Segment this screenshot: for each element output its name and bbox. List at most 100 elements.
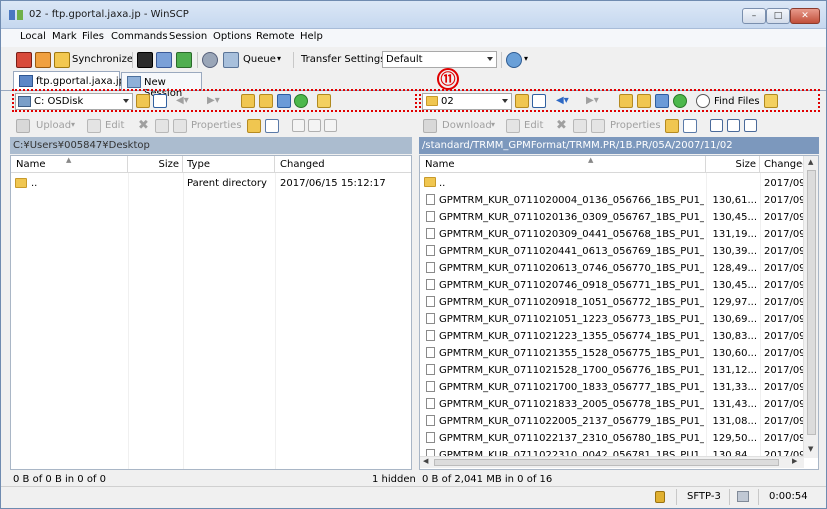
- remote-directory-select[interactable]: 02: [422, 93, 512, 110]
- root-directory-icon[interactable]: [259, 94, 273, 108]
- remote-file-panel[interactable]: Name Size Changed ▲ .. 2017/09/GPMTRM_KUR…: [419, 155, 819, 470]
- upload-icon[interactable]: [16, 119, 30, 133]
- home-icon[interactable]: [277, 94, 291, 108]
- download-button[interactable]: Download: [442, 120, 492, 131]
- properties-button[interactable]: Properties: [191, 120, 242, 131]
- refresh-icon[interactable]: [673, 94, 687, 108]
- scroll-down-icon[interactable]: ▼: [808, 445, 813, 453]
- menu-local[interactable]: Local: [20, 31, 46, 42]
- search-icon[interactable]: [696, 94, 710, 108]
- rename-icon[interactable]: [155, 119, 169, 133]
- putty-icon[interactable]: [156, 52, 172, 68]
- file-icon: [426, 194, 435, 205]
- edit-icon[interactable]: [506, 119, 520, 133]
- edit-icon[interactable]: [87, 119, 101, 133]
- queue-button[interactable]: Queue: [243, 54, 276, 65]
- find-icon[interactable]: [176, 52, 192, 68]
- console-icon[interactable]: [137, 52, 153, 68]
- remote-path-bar[interactable]: /standard/TRMM_GPMFormat/TRMM.PR/1B.PR/0…: [419, 137, 819, 154]
- synchronize-button[interactable]: Synchronize: [72, 54, 133, 65]
- transfer-settings-select[interactable]: Default: [382, 51, 497, 68]
- find-files-button[interactable]: Find Files: [714, 96, 760, 107]
- filter-icon[interactable]: [153, 94, 167, 108]
- minimize-button[interactable]: –: [742, 8, 766, 24]
- column-header-name[interactable]: Name: [420, 156, 706, 173]
- new-file-icon[interactable]: [265, 119, 279, 133]
- properties-icon[interactable]: [173, 119, 187, 133]
- filter-select-icon[interactable]: [744, 119, 757, 132]
- rename-icon[interactable]: [573, 119, 587, 133]
- maximize-button[interactable]: □: [766, 8, 790, 24]
- globe-dropdown-arrow[interactable]: ▾: [524, 54, 528, 63]
- parent-directory-icon[interactable]: [241, 94, 255, 108]
- scroll-right-icon[interactable]: ▶: [792, 457, 797, 465]
- scrollbar-thumb[interactable]: [434, 459, 779, 466]
- menu-options[interactable]: Options: [213, 31, 252, 42]
- new-file-icon[interactable]: [683, 119, 697, 133]
- tree-icon[interactable]: [317, 94, 331, 108]
- local-path-bar[interactable]: C:¥Users¥005847¥Desktop: [10, 137, 412, 154]
- select-all-icon[interactable]: [292, 119, 305, 132]
- menu-remote[interactable]: Remote: [256, 31, 295, 42]
- scroll-left-icon[interactable]: ◀: [423, 457, 428, 465]
- column-header-size[interactable]: Size: [128, 156, 183, 173]
- globe-icon[interactable]: [506, 52, 522, 68]
- open-folder-icon[interactable]: [136, 94, 150, 108]
- home-icon[interactable]: [655, 94, 669, 108]
- properties-button[interactable]: Properties: [610, 120, 661, 131]
- column-header-size[interactable]: Size: [706, 156, 760, 173]
- queue-icon[interactable]: [223, 52, 239, 68]
- queue-dropdown-arrow[interactable]: ▾: [277, 54, 281, 63]
- back-arrow-icon[interactable]: ◀▾: [556, 95, 569, 106]
- open-folder-icon[interactable]: [515, 94, 529, 108]
- column-header-changed[interactable]: Changed: [275, 156, 411, 173]
- upload-button[interactable]: Upload: [36, 120, 71, 131]
- download-dropdown-arrow[interactable]: ▾: [491, 120, 495, 129]
- parent-directory-icon[interactable]: [619, 94, 633, 108]
- tree-icon[interactable]: [764, 94, 778, 108]
- properties-icon[interactable]: [591, 119, 605, 133]
- upload-dropdown-arrow[interactable]: ▾: [71, 120, 75, 129]
- forward-arrow-icon[interactable]: ▶▾: [586, 95, 599, 106]
- menu-commands[interactable]: Commands: [111, 31, 168, 42]
- local-drive-select[interactable]: C: OSDisk: [15, 93, 133, 110]
- scrollbar-thumb[interactable]: [807, 170, 816, 435]
- horizontal-scrollbar[interactable]: ◀ ▶: [420, 456, 804, 468]
- download-icon[interactable]: [423, 119, 437, 133]
- refresh-icon[interactable]: [294, 94, 308, 108]
- scroll-up-icon[interactable]: ▲: [808, 158, 813, 166]
- edit-button[interactable]: Edit: [105, 120, 124, 131]
- local-status: 0 B of 0 B in 0 of 0: [13, 474, 106, 485]
- gear-icon[interactable]: [202, 52, 218, 68]
- tab-new-session[interactable]: New Session: [121, 72, 202, 99]
- close-button[interactable]: ✕: [790, 8, 820, 24]
- sync-browse-icon[interactable]: [35, 52, 51, 68]
- root-directory-icon[interactable]: [637, 94, 651, 108]
- filter-icon[interactable]: [532, 94, 546, 108]
- select-all-icon[interactable]: [710, 119, 723, 132]
- delete-icon[interactable]: ✖: [556, 118, 567, 133]
- remote-directory-value: 02: [441, 96, 454, 107]
- menu-session[interactable]: Session: [169, 31, 207, 42]
- toolbar-separator: [132, 52, 133, 68]
- delete-icon[interactable]: ✖: [138, 118, 149, 133]
- menu-files[interactable]: Files: [82, 31, 104, 42]
- column-divider: [706, 173, 707, 456]
- column-header-changed[interactable]: Changed: [760, 156, 809, 173]
- vertical-scrollbar[interactable]: ▲ ▼: [803, 156, 818, 458]
- edit-button[interactable]: Edit: [524, 120, 543, 131]
- compare-icon[interactable]: [16, 52, 32, 68]
- filter-select-icon[interactable]: [324, 119, 337, 132]
- menu-mark[interactable]: Mark: [52, 31, 77, 42]
- tab-session-ftp[interactable]: ftp.gportal.jaxa.jp: [13, 71, 125, 91]
- synchronize-icon[interactable]: [54, 52, 70, 68]
- menu-help[interactable]: Help: [300, 31, 323, 42]
- back-arrow-icon[interactable]: ◀▾: [176, 95, 189, 106]
- unselect-icon[interactable]: [308, 119, 321, 132]
- forward-arrow-icon[interactable]: ▶▾: [207, 95, 220, 106]
- new-folder-icon[interactable]: [247, 119, 261, 133]
- local-file-panel[interactable]: Name Size Type Changed ▲ .. Parent direc…: [10, 155, 412, 470]
- column-header-type[interactable]: Type: [183, 156, 275, 173]
- unselect-icon[interactable]: [727, 119, 740, 132]
- new-folder-icon[interactable]: [665, 119, 679, 133]
